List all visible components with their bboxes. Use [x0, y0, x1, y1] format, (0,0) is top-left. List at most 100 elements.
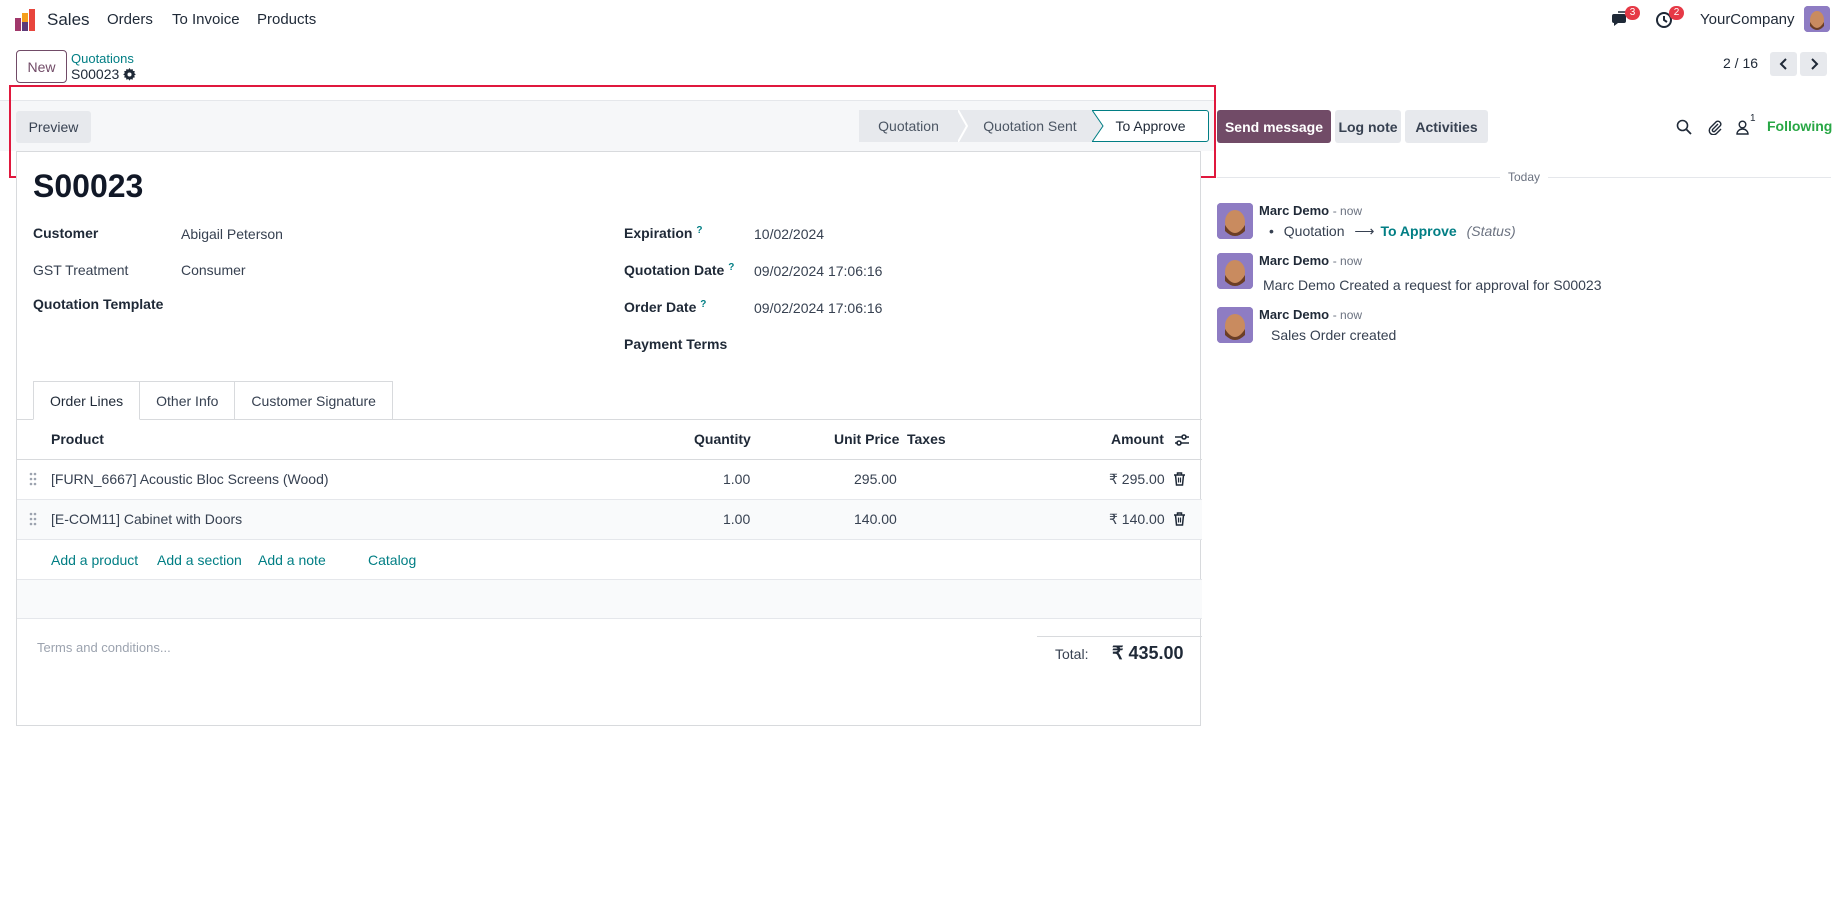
column-quantity[interactable]: Quantity: [694, 431, 751, 447]
add-product-link[interactable]: Add a product: [51, 552, 138, 568]
message-time: - now: [1332, 308, 1363, 322]
payment-terms-label: Payment Terms: [624, 336, 728, 352]
quotation-date-label: Quotation Date ?: [624, 262, 734, 278]
author-avatar[interactable]: [1217, 203, 1253, 239]
quotation-date-field[interactable]: 09/02/2024 17:06:16: [754, 263, 882, 279]
stage-to-approve[interactable]: To Approve: [1092, 110, 1209, 142]
total-label: Total:: [1055, 646, 1089, 662]
row-quantity[interactable]: 1.00: [723, 471, 750, 487]
author-avatar[interactable]: [1217, 307, 1253, 343]
menu-products[interactable]: Products: [257, 11, 316, 28]
stage-quotation-sent[interactable]: Quotation Sent: [968, 110, 1092, 142]
paperclip-icon[interactable]: [1707, 119, 1723, 135]
trash-icon[interactable]: [1173, 472, 1186, 486]
breadcrumb-current-label: S00023: [71, 66, 120, 82]
preview-button[interactable]: Preview: [16, 111, 91, 143]
stage-to-approve-label: To Approve: [1115, 118, 1186, 134]
quotation-template-label: Quotation Template: [33, 296, 164, 312]
total-value: ₹ 435.00: [1112, 643, 1184, 663]
stage-chevron-icon: [958, 110, 968, 142]
pager-next-button[interactable]: [1800, 52, 1827, 76]
message-time: - now: [1332, 254, 1363, 268]
expiration-label-text: Expiration: [624, 225, 693, 241]
stage-quotation-label: Quotation: [878, 118, 939, 134]
tab-other-info[interactable]: Other Info: [140, 381, 236, 420]
followers-icon[interactable]: [1736, 120, 1749, 135]
order-date-label-text: Order Date: [624, 299, 697, 315]
chevron-left-icon: [1779, 58, 1787, 70]
terms-and-conditions-field[interactable]: Terms and conditions...: [37, 640, 171, 655]
column-taxes[interactable]: Taxes: [907, 431, 946, 447]
top-navbar: Sales Orders To Invoice Products 3 2 You…: [0, 0, 1847, 40]
help-icon[interactable]: ?: [728, 262, 734, 273]
add-section-link[interactable]: Add a section: [157, 552, 242, 568]
row-unit-price[interactable]: 295.00: [854, 471, 897, 487]
app-name[interactable]: Sales: [47, 10, 90, 30]
table-row[interactable]: [E-COM11] Cabinet with Doors 1.00 140.00…: [17, 500, 1202, 540]
status-bar: Preview Quotation Quotation Sent To Appr…: [0, 101, 1214, 151]
breadcrumb-quotations[interactable]: Quotations: [71, 51, 134, 66]
stage-quotation[interactable]: Quotation: [859, 110, 958, 142]
user-avatar[interactable]: [1804, 6, 1830, 32]
arrow-right-icon: ⟶: [1354, 223, 1375, 239]
row-amount: ₹ 295.00: [1109, 471, 1165, 487]
message-author-name[interactable]: Marc Demo: [1259, 253, 1329, 268]
message-author: Marc Demo - now: [1259, 307, 1362, 322]
column-amount[interactable]: Amount: [1111, 431, 1164, 447]
pager-value[interactable]: 2 / 16: [1723, 55, 1758, 71]
activities-button[interactable]: Activities: [1405, 110, 1488, 143]
table-row[interactable]: [FURN_6667] Acoustic Bloc Screens (Wood)…: [17, 460, 1202, 500]
trash-icon[interactable]: [1173, 512, 1186, 526]
order-date-field[interactable]: 09/02/2024 17:06:16: [754, 300, 882, 316]
chevron-right-icon: [1810, 58, 1818, 70]
row-product[interactable]: [FURN_6667] Acoustic Bloc Screens (Wood): [51, 471, 329, 487]
message-author-name[interactable]: Marc Demo: [1259, 203, 1329, 218]
message-author-name[interactable]: Marc Demo: [1259, 307, 1329, 322]
activities-badge: 2: [1669, 6, 1684, 20]
form-sheet: S00023 Customer Abigail Peterson GST Tre…: [16, 151, 1202, 726]
drag-handle-icon[interactable]: [29, 512, 37, 526]
menu-orders[interactable]: Orders: [107, 11, 153, 28]
tab-customer-signature[interactable]: Customer Signature: [235, 381, 393, 420]
stage-chevron-icon: [1092, 110, 1104, 142]
column-product[interactable]: Product: [51, 431, 104, 447]
pager-previous-button[interactable]: [1770, 52, 1797, 76]
row-unit-price[interactable]: 140.00: [854, 511, 897, 527]
chatter-topbar: Send message Log note Activities 1: [1217, 110, 1847, 144]
gear-icon[interactable]: [123, 67, 137, 81]
following-button[interactable]: Following: [1767, 118, 1832, 134]
message-body: Marc Demo Created a request for approval…: [1263, 277, 1602, 293]
row-quantity[interactable]: 1.00: [723, 511, 750, 527]
search-icon[interactable]: [1676, 119, 1692, 135]
tracking-old-value: Quotation: [1283, 223, 1345, 239]
help-icon[interactable]: ?: [696, 225, 702, 236]
menu-to-invoice[interactable]: To Invoice: [172, 11, 240, 28]
column-settings-icon[interactable]: [1174, 432, 1190, 448]
new-button[interactable]: New: [16, 50, 67, 83]
tracking-value: • Quotation ⟶ To Approve (Status): [1269, 223, 1516, 239]
message-author: Marc Demo - now: [1259, 253, 1362, 268]
tracking-new-value: To Approve: [1380, 223, 1457, 239]
gst-treatment-field[interactable]: Consumer: [181, 262, 246, 278]
sales-app-icon[interactable]: [14, 8, 38, 32]
messages-button[interactable]: 3: [1611, 6, 1640, 33]
column-unit-price[interactable]: Unit Price: [834, 431, 899, 447]
expiration-label: Expiration ?: [624, 225, 702, 241]
catalog-link[interactable]: Catalog: [368, 552, 416, 568]
stage-quotation-sent-label: Quotation Sent: [983, 118, 1077, 134]
help-icon[interactable]: ?: [700, 299, 706, 310]
messages-badge: 3: [1625, 6, 1640, 20]
customer-field[interactable]: Abigail Peterson: [181, 226, 283, 242]
tab-order-lines[interactable]: Order Lines: [33, 381, 141, 420]
log-note-button[interactable]: Log note: [1335, 110, 1401, 143]
company-switcher[interactable]: YourCompany: [1700, 11, 1795, 28]
message-body: Sales Order created: [1271, 327, 1397, 343]
drag-handle-icon[interactable]: [29, 472, 37, 486]
expiration-field[interactable]: 10/02/2024: [754, 226, 824, 242]
add-line-row: Add a product Add a section Add a note C…: [17, 540, 1202, 580]
send-message-button[interactable]: Send message: [1217, 110, 1331, 143]
add-note-link[interactable]: Add a note: [258, 552, 326, 568]
activities-button[interactable]: 2: [1655, 6, 1684, 33]
author-avatar[interactable]: [1217, 253, 1253, 289]
row-product[interactable]: [E-COM11] Cabinet with Doors: [51, 511, 242, 527]
